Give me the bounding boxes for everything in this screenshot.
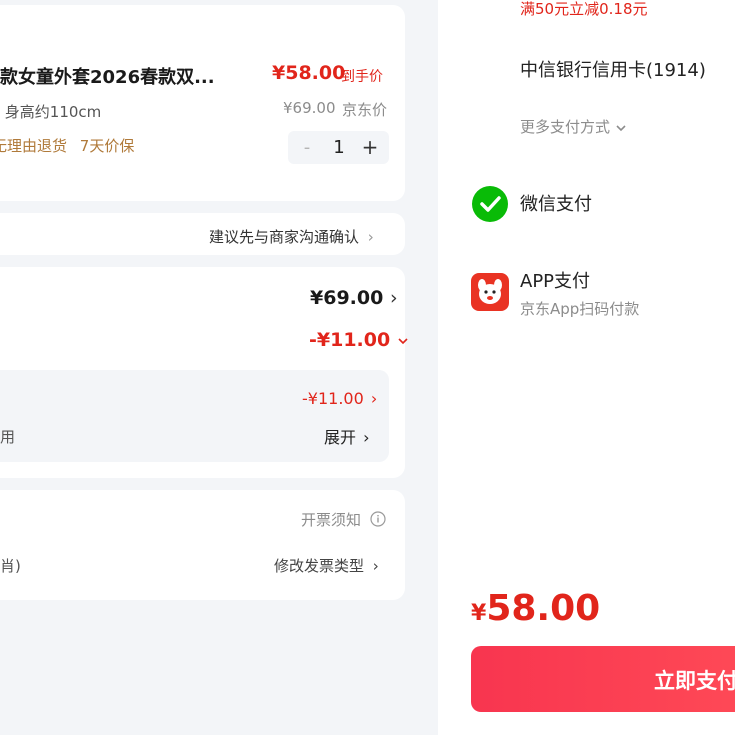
change-invoice-type: 修改发票类型 — [274, 557, 365, 575]
chevron-down-icon — [398, 337, 408, 344]
expand-label: 展开 — [324, 428, 357, 447]
merchant-note-row[interactable]: 建议先与商家沟通确认 › — [209, 226, 374, 247]
jd-app-icon — [471, 273, 509, 311]
pay-now-button[interactable]: 立即支付 — [471, 646, 735, 712]
coupon-value-row[interactable]: -¥11.00 › — [302, 389, 377, 408]
product-title[interactable]: 款女童外套2026春款双... — [0, 63, 215, 89]
expand-row[interactable]: 展开 › — [324, 424, 370, 448]
pay-now-label: 立即支付 — [654, 669, 735, 693]
product-spec-row: › 身高约110cm — [0, 101, 102, 122]
service-tag-price-protect: 7天价保 — [79, 137, 135, 155]
discount-row[interactable]: -¥11.00 — [309, 329, 409, 351]
chevron-right-icon: › — [370, 389, 378, 408]
app-pay-option[interactable]: APP支付 — [520, 267, 590, 293]
product-spec: 身高约110cm — [4, 103, 102, 121]
invoice-type-current: 肖) — [0, 557, 21, 575]
invoice-card — [0, 490, 405, 600]
merchant-note-text: 建议先与商家沟通确认 — [209, 228, 360, 246]
more-payment-methods-label: 更多支付方式 — [520, 118, 611, 136]
coupon-value: -¥11.00 — [302, 389, 364, 408]
product-price: ¥58.00 — [272, 62, 346, 84]
chevron-right-icon: › — [363, 428, 370, 447]
product-price-suffix: 到手价 — [341, 69, 383, 85]
total-price-row[interactable]: ¥69.00 › — [310, 287, 398, 309]
app-pay-subtitle: 京东App扫码付款 — [520, 300, 640, 318]
quantity-value[interactable]: 1 — [324, 131, 354, 164]
chevron-right-icon: › — [372, 557, 379, 575]
invoice-notice: 开票须知 — [301, 511, 362, 529]
chevron-right-icon: › — [389, 287, 398, 309]
wechat-pay-icon — [471, 185, 509, 223]
wechat-pay-option[interactable]: 微信支付 — [520, 190, 592, 216]
pay-total-amount: 58.00 — [486, 588, 601, 629]
bank-promo: 满50元立减0.18元 — [520, 0, 648, 18]
coupon-detail-box — [0, 370, 389, 462]
pay-total: ¥58.00 — [471, 588, 600, 629]
discount-amount: -¥11.00 — [309, 329, 391, 351]
currency-symbol: ¥ — [471, 601, 487, 626]
info-icon — [370, 511, 386, 527]
jd-price: ¥69.00 — [283, 99, 336, 117]
service-tag-return: 无理由退货 — [0, 137, 68, 155]
service-tags: 无理由退货 7天价保 — [0, 135, 134, 156]
change-invoice-type-row[interactable]: 修改发票类型 › — [274, 555, 379, 576]
increment-button[interactable]: + — [356, 131, 384, 164]
total-price: ¥69.00 — [310, 287, 384, 309]
bank-card-option[interactable]: 中信银行信用卡(1914) — [520, 56, 706, 82]
invoice-notice-row[interactable]: 开票须知 — [301, 509, 386, 530]
quantity-stepper: - 1 + — [288, 131, 389, 164]
decrement-button[interactable]: - — [294, 131, 320, 164]
chevron-down-icon — [616, 124, 626, 131]
chevron-right-icon: › — [367, 228, 374, 246]
coupon-desc: 用 — [0, 428, 16, 446]
jd-price-label: 京东价 — [342, 101, 388, 119]
more-payment-methods[interactable]: 更多支付方式 — [520, 116, 627, 137]
